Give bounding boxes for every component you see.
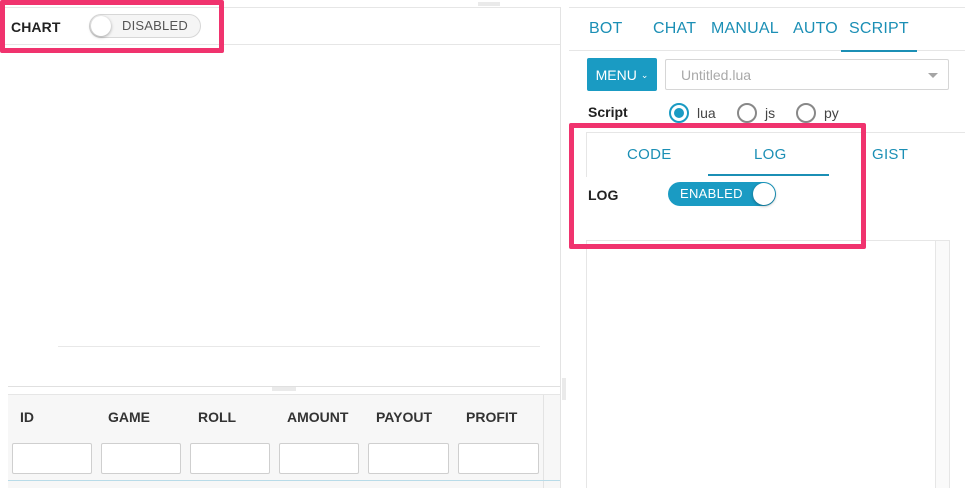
divider — [586, 132, 965, 133]
column-header-amount[interactable]: AMOUNT — [287, 409, 348, 425]
main-tabs: BOT CHAT MANUAL AUTO SCRIPT — [569, 8, 965, 52]
script-file-name: Untitled.lua — [681, 67, 752, 83]
left-panel: CHART DISABLED ID GAME ROLL AMOUNT PAYOU… — [0, 0, 561, 488]
subtab-code[interactable]: CODE — [627, 146, 672, 163]
radio-lua-label: lua — [697, 105, 716, 121]
log-toggle[interactable]: ENABLED — [668, 182, 776, 206]
tab-bot[interactable]: BOT — [589, 20, 623, 38]
active-subtab-indicator — [708, 174, 829, 176]
chart-label: CHART — [11, 19, 61, 35]
radio-py-label: py — [824, 105, 839, 121]
tab-manual[interactable]: MANUAL — [711, 20, 779, 38]
column-header-game[interactable]: GAME — [108, 409, 150, 425]
chart-toggle[interactable]: DISABLED — [89, 14, 201, 38]
tab-chat[interactable]: CHAT — [653, 20, 696, 38]
script-language-label: Script — [588, 104, 628, 120]
script-file-select[interactable]: Untitled.lua — [665, 59, 949, 90]
toggle-knob — [753, 183, 775, 205]
menu-button[interactable]: MENU ⌄ — [587, 58, 657, 91]
radio-js-label: js — [765, 105, 776, 121]
column-header-id[interactable]: ID — [20, 409, 34, 425]
toggle-knob — [91, 16, 111, 36]
chart-toggle-text: DISABLED — [122, 18, 188, 33]
right-panel: BOT CHAT MANUAL AUTO SCRIPT MENU ⌄ Untit… — [569, 7, 965, 488]
panel-divider — [560, 7, 561, 488]
resize-grip-top[interactable] — [478, 2, 500, 6]
column-header-profit[interactable]: PROFIT — [466, 409, 517, 425]
chevron-down-icon: ⌄ — [640, 69, 649, 80]
radio-checked-icon — [669, 103, 689, 123]
filter-input-roll[interactable] — [190, 443, 270, 474]
subtab-gist[interactable]: GIST — [872, 146, 908, 163]
bets-table-header: ID GAME ROLL AMOUNT PAYOUT PROFIT — [8, 394, 560, 488]
filter-input-game[interactable] — [101, 443, 181, 474]
chart-baseline — [58, 346, 540, 347]
resize-grip-side[interactable] — [562, 378, 566, 400]
divider — [586, 133, 587, 177]
editor-scrollbar[interactable] — [935, 241, 949, 488]
log-label: LOG — [588, 187, 619, 203]
resize-grip-middle[interactable] — [272, 387, 296, 391]
column-header-roll[interactable]: ROLL — [198, 409, 236, 425]
chart-area — [0, 46, 560, 384]
tab-script[interactable]: SCRIPT — [841, 20, 917, 52]
radio-py[interactable]: py — [796, 103, 839, 123]
chart-toolbar: CHART DISABLED — [0, 8, 560, 45]
radio-unchecked-icon — [796, 103, 816, 123]
filter-input-profit[interactable] — [458, 443, 539, 474]
radio-js[interactable]: js — [737, 103, 775, 123]
table-scrollbar[interactable] — [543, 395, 544, 488]
dropdown-arrow-icon — [928, 73, 938, 78]
tab-auto[interactable]: AUTO — [793, 20, 838, 38]
radio-lua[interactable]: lua — [669, 103, 716, 123]
filter-input-amount[interactable] — [279, 443, 359, 474]
radio-unchecked-icon — [737, 103, 757, 123]
subtab-log[interactable]: LOG — [754, 146, 787, 163]
script-editor[interactable] — [586, 240, 950, 488]
column-header-payout[interactable]: PAYOUT — [376, 409, 432, 425]
filter-input-payout[interactable] — [368, 443, 449, 474]
filter-input-id[interactable] — [12, 443, 92, 474]
menu-button-label: MENU — [595, 66, 637, 83]
divider — [8, 480, 560, 481]
log-toggle-text: ENABLED — [680, 186, 743, 201]
